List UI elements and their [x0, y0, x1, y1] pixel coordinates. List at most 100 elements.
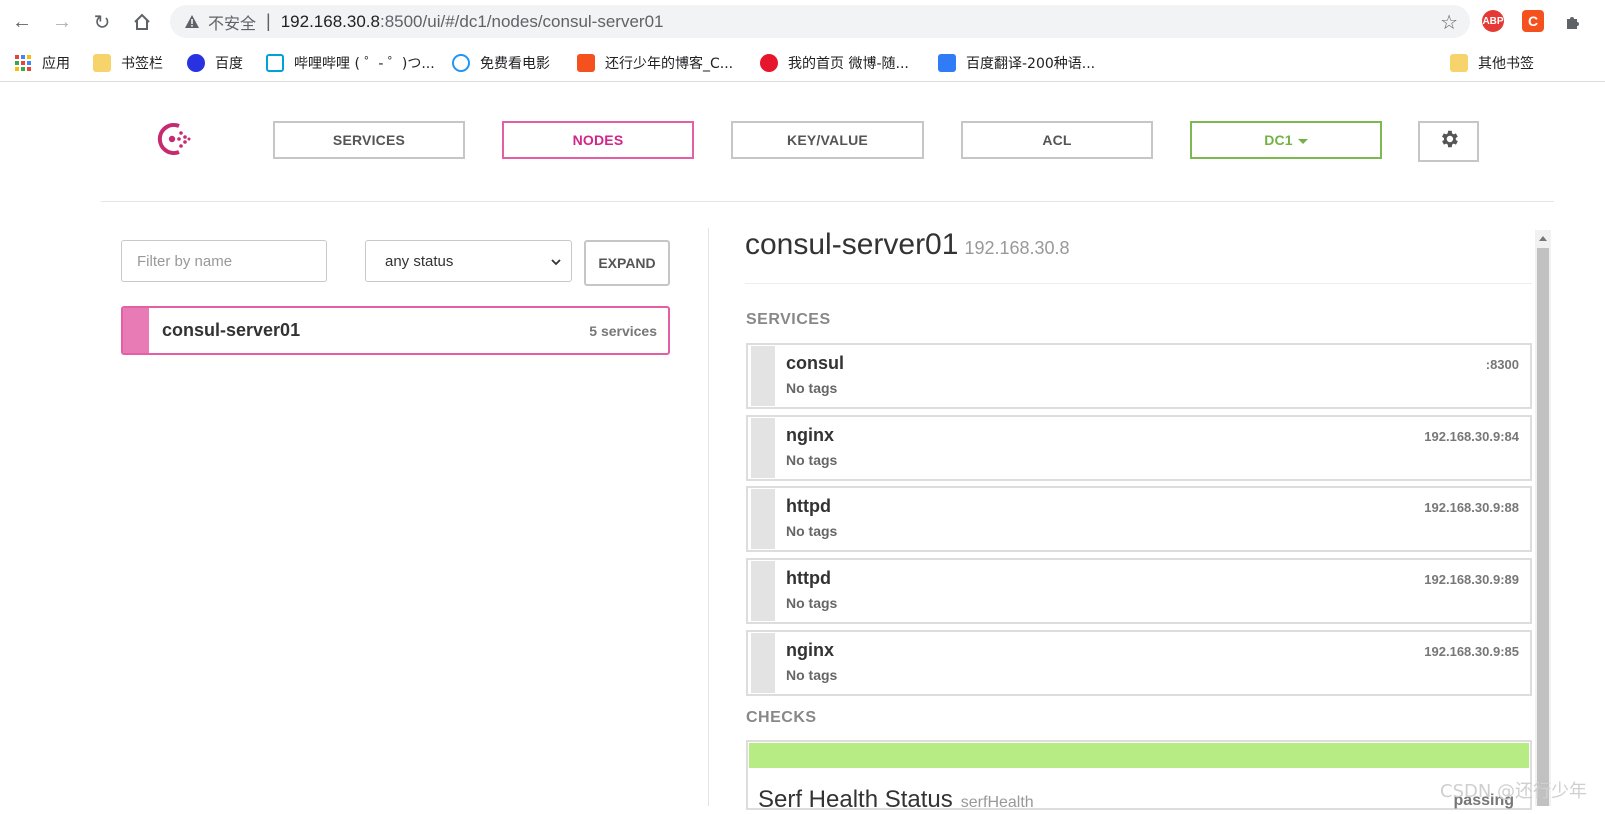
insecure-label: 不安全 [208, 13, 257, 33]
home-icon[interactable] [129, 9, 155, 35]
caret-down-icon [1297, 138, 1308, 144]
node-name: consul-server01 [162, 320, 301, 340]
adblock-extension-icon[interactable]: ABP [1482, 10, 1504, 32]
service-name: nginx [786, 425, 834, 445]
bookmark-label: 其他书签 [1478, 56, 1534, 72]
expand-button[interactable]: EXPAND [584, 240, 670, 286]
scrollbar-thumb[interactable] [1537, 248, 1549, 806]
node-detail-title: consul-server01 192.168.30.8 [745, 228, 1070, 262]
forward-icon[interactable]: → [49, 9, 75, 35]
translate-icon [938, 54, 956, 72]
check-item[interactable]: Serf Health Status serfHealth passing [746, 740, 1532, 813]
node-health-bar [123, 308, 149, 353]
nav-nodes-button[interactable]: NODES [502, 121, 694, 159]
warning-icon [184, 14, 200, 30]
service-item[interactable]: httpd No tags 192.168.30.9:89 [746, 558, 1532, 624]
service-tags: No tags [786, 523, 838, 539]
service-status-bar [751, 633, 775, 693]
bookmark-label: 我的首页 微博-随... [788, 56, 909, 72]
service-name: httpd [786, 568, 831, 588]
consul-logo[interactable] [155, 120, 193, 158]
service-address: 192.168.30.9:89 [1424, 572, 1519, 587]
chevron-down-icon [550, 255, 562, 272]
folder-icon [1450, 54, 1468, 72]
baidu-icon [187, 54, 205, 72]
checks-section-label: CHECKS [746, 709, 817, 726]
check-name: Serf Health Status [758, 786, 953, 813]
service-tags: No tags [786, 667, 838, 683]
extensions-puzzle-icon[interactable] [1560, 9, 1586, 35]
header-divider [101, 201, 1554, 202]
reload-icon[interactable]: ↻ [89, 9, 115, 35]
csdn-icon [577, 54, 595, 72]
services-section-label: SERVICES [746, 311, 831, 328]
settings-button[interactable] [1418, 121, 1479, 162]
service-address: 192.168.30.9:84 [1424, 429, 1519, 444]
service-item[interactable]: nginx No tags 192.168.30.9:85 [746, 630, 1532, 696]
csdn-extension-icon[interactable]: C [1522, 10, 1544, 32]
check-passing-bar [749, 743, 1529, 768]
status-select[interactable]: any status [365, 240, 572, 282]
bookmarks-bar: 应用 书签栏 百度 哔哩哔哩 ( ゜- ゜)つ... 免费看电影 还行少年的博客… [0, 44, 1605, 82]
bookmark-label: 百度 [215, 56, 243, 72]
node-services-count: 5 services [589, 323, 657, 339]
scroll-up-icon[interactable] [1537, 232, 1549, 244]
bookmark-label: 书签栏 [121, 56, 163, 72]
service-address: 192.168.30.9:88 [1424, 500, 1519, 515]
bilibili-icon [266, 54, 284, 72]
bookmark-bilibili[interactable]: 哔哩哔哩 ( ゜- ゜)つ... [266, 53, 435, 73]
filter-by-name-input[interactable] [121, 240, 327, 282]
weibo-icon [760, 54, 778, 72]
watermark-text: CSDN @还行少年 [1440, 781, 1588, 802]
service-status-bar [751, 489, 775, 549]
bookmark-other[interactable]: 其他书签 [1450, 53, 1534, 73]
browser-toolbar: ← → ↻ 不安全 | 192.168.30.8:8500/ui/#/dc1/n… [0, 0, 1605, 42]
bookmark-label: 哔哩哔哩 ( ゜- ゜)つ... [294, 56, 435, 72]
bookmark-label: 免费看电影 [480, 56, 550, 72]
address-bar[interactable]: 不安全 | 192.168.30.8:8500/ui/#/dc1/nodes/c… [170, 5, 1470, 38]
datacenter-dropdown[interactable]: DC1 [1190, 121, 1382, 159]
movie-icon [452, 54, 470, 72]
service-name: consul [786, 353, 845, 373]
service-address: 192.168.30.9:85 [1424, 644, 1519, 659]
service-tags: No tags [786, 380, 838, 396]
check-id: serfHealth [960, 794, 1034, 811]
gear-icon [1438, 128, 1460, 155]
service-tags: No tags [786, 452, 838, 468]
node-detail-ip: 192.168.30.8 [964, 238, 1070, 258]
service-status-bar [751, 561, 775, 621]
nav-acl-button[interactable]: ACL [961, 121, 1153, 159]
bookmark-translate[interactable]: 百度翻译-200种语... [938, 53, 1095, 73]
bookmark-csdn-blog[interactable]: 还行少年的博客_C... [577, 53, 733, 73]
back-icon[interactable]: ← [9, 9, 35, 35]
bookmark-movies[interactable]: 免费看电影 [452, 53, 550, 73]
service-address: :8300 [1485, 357, 1519, 372]
apps-grid-icon [14, 54, 32, 72]
node-detail-name: consul-server01 [745, 228, 959, 261]
bookmark-folder[interactable]: 书签栏 [93, 53, 163, 73]
service-status-bar [751, 418, 775, 478]
service-item[interactable]: consul No tags :8300 [746, 343, 1532, 409]
service-name: nginx [786, 640, 834, 660]
url-path: :8500/ui/#/dc1/nodes/consul-server01 [379, 11, 664, 31]
folder-icon [93, 54, 111, 72]
node-list-item[interactable]: consul-server01 5 services [121, 306, 670, 355]
bookmark-label: 百度翻译-200种语... [966, 56, 1096, 72]
datacenter-label: DC1 [1264, 132, 1293, 148]
nav-keyvalue-button[interactable]: KEY/VALUE [731, 121, 924, 159]
title-divider [745, 283, 1532, 284]
check-title: Serf Health Status serfHealth [758, 786, 1034, 814]
bookmark-label: 还行少年的博客_C... [605, 56, 734, 72]
service-item[interactable]: nginx No tags 192.168.30.9:84 [746, 415, 1532, 481]
bookmark-weibo[interactable]: 我的首页 微博-随... [760, 53, 909, 73]
bookmark-baidu[interactable]: 百度 [187, 53, 243, 73]
service-item[interactable]: httpd No tags 192.168.30.9:88 [746, 486, 1532, 552]
bookmark-star-icon[interactable]: ☆ [1440, 10, 1458, 35]
bookmark-apps[interactable]: 应用 [14, 53, 70, 73]
nav-services-button[interactable]: SERVICES [273, 121, 465, 159]
url-host: 192.168.30.8 [280, 11, 380, 31]
bookmark-label: 应用 [42, 56, 70, 72]
service-tags: No tags [786, 595, 838, 611]
url-separator: | [266, 11, 271, 31]
status-select-value: any status [385, 252, 454, 270]
